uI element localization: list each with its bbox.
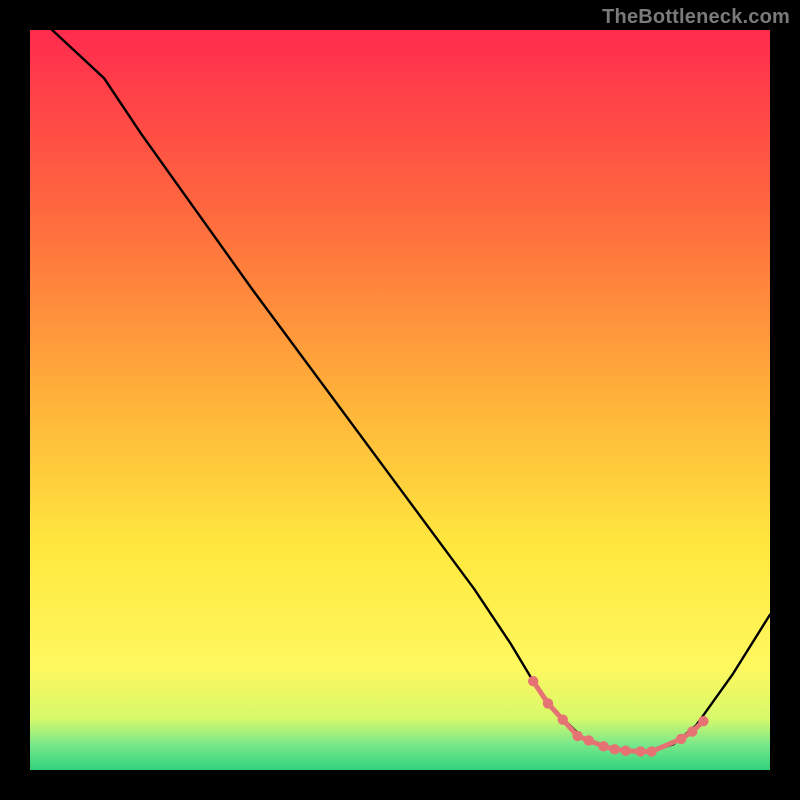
highlight-dot [572, 731, 582, 741]
highlight-dot [698, 716, 708, 726]
chart-frame: TheBottleneck.com [0, 0, 800, 800]
highlight-dot [584, 735, 594, 745]
highlight-dot [676, 734, 686, 744]
bottleneck-chart [0, 0, 800, 800]
highlight-dot [558, 714, 568, 724]
gradient-background [30, 30, 770, 770]
highlight-dot [598, 741, 608, 751]
highlight-dot [687, 726, 697, 736]
watermark-text: TheBottleneck.com [602, 6, 790, 29]
highlight-dot [635, 746, 645, 756]
highlight-dot [528, 676, 538, 686]
highlight-dot [621, 746, 631, 756]
highlight-dot [543, 698, 553, 708]
highlight-dot [609, 744, 619, 754]
highlight-dot [646, 746, 656, 756]
